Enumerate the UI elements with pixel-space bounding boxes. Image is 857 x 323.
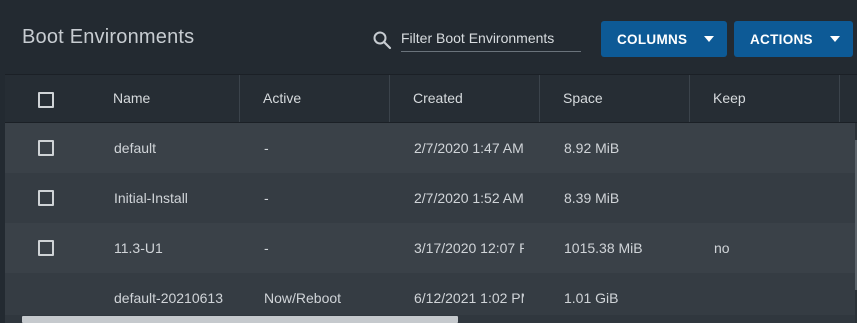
cell-keep <box>714 123 834 173</box>
actions-button[interactable]: ACTIONS <box>734 21 853 57</box>
column-header-name[interactable]: Name <box>113 75 150 122</box>
chevron-down-icon <box>704 36 714 42</box>
cell-active: - <box>264 140 269 156</box>
search-icon[interactable] <box>372 30 392 50</box>
columns-button[interactable]: COLUMNS <box>601 21 727 57</box>
cell-name: Initial-Install <box>114 190 188 206</box>
cell-name: 11.3-U1 <box>114 240 163 256</box>
cell-space: 1015.38 MiB <box>564 240 643 256</box>
cell-created: 3/17/2020 12:07 PM <box>414 240 524 256</box>
horizontal-scrollbar-thumb[interactable] <box>22 316 458 323</box>
column-divider[interactable] <box>689 75 690 122</box>
select-all-checkbox[interactable] <box>38 92 54 108</box>
column-divider[interactable] <box>539 75 540 122</box>
cell-created: 2/7/2020 1:52 AM <box>414 190 524 206</box>
row-checkbox[interactable] <box>38 140 54 156</box>
cell-space: 8.39 MiB <box>564 190 620 206</box>
table-header: Name Active Created Space Keep <box>5 74 857 123</box>
row-checkbox[interactable] <box>38 190 54 206</box>
actions-button-label: ACTIONS <box>750 32 813 47</box>
cell-created: 2/7/2020 1:47 AM <box>414 140 524 156</box>
table-row[interactable]: 11.3-U1 - 3/17/2020 12:07 PM 1015.38 MiB… <box>5 223 855 273</box>
cell-keep <box>714 173 834 223</box>
page-title: Boot Environments <box>22 26 195 48</box>
table-row[interactable]: Initial-Install - 2/7/2020 1:52 AM 8.39 … <box>5 173 855 223</box>
cell-space: 8.92 MiB <box>564 140 620 156</box>
cell-active: - <box>264 240 269 256</box>
column-divider[interactable] <box>239 75 240 122</box>
cell-active: - <box>264 190 269 206</box>
column-header-space[interactable]: Space <box>563 75 603 122</box>
page-header: Boot Environments Filter Boot Environmen… <box>0 0 857 73</box>
column-header-keep[interactable]: Keep <box>713 75 746 122</box>
cell-keep: no <box>714 240 730 256</box>
chevron-down-icon <box>830 36 840 42</box>
row-checkbox[interactable] <box>38 240 54 256</box>
filter-input[interactable]: Filter Boot Environments <box>401 27 581 52</box>
cell-name: default <box>114 140 157 156</box>
table-row[interactable]: default - 2/7/2020 1:47 AM 8.92 MiB <box>5 123 855 173</box>
column-header-created[interactable]: Created <box>413 75 463 122</box>
column-header-active[interactable]: Active <box>263 75 301 122</box>
column-divider[interactable] <box>389 75 390 122</box>
column-divider[interactable] <box>839 75 840 122</box>
columns-button-label: COLUMNS <box>617 32 688 47</box>
